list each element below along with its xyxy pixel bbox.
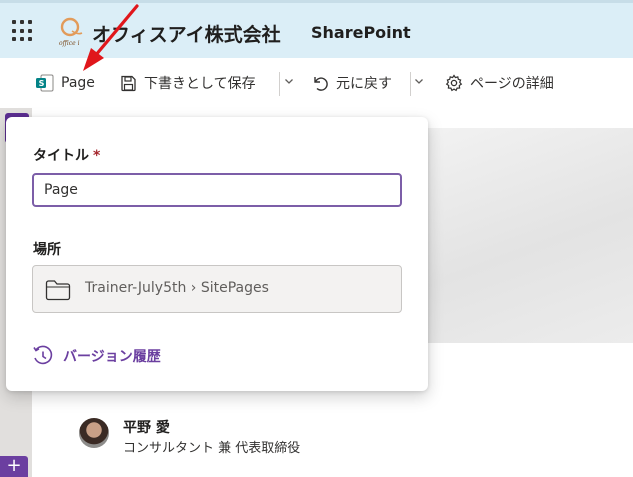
page-details-label: ページの詳細 — [470, 76, 554, 92]
location-field[interactable]: Trainer-July5th › SitePages — [32, 265, 402, 313]
divider — [410, 72, 411, 96]
history-icon — [33, 345, 53, 365]
chevron-down-icon[interactable] — [414, 76, 424, 86]
title-input[interactable] — [32, 173, 402, 207]
annotation-arrow — [83, 4, 139, 71]
version-history-link[interactable]: バージョン履歴 — [32, 345, 161, 367]
avatar — [79, 418, 109, 448]
location-label: 場所 — [33, 242, 61, 258]
author-role: コンサルタント 兼 代表取締役 — [123, 441, 301, 456]
divider — [279, 72, 280, 96]
required-marker: * — [93, 148, 101, 164]
hero-image-placeholder — [420, 128, 633, 343]
page-info-panel: タイトル* 場所 Trainer-July5th › SitePages バージ… — [6, 117, 428, 391]
version-history-label: バージョン履歴 — [63, 349, 161, 365]
title-field-label: タイトル * — [33, 145, 100, 165]
author-name[interactable]: 平野 愛 — [123, 417, 170, 437]
folder-icon — [45, 280, 71, 301]
sharepoint-page-icon: S — [36, 74, 54, 92]
app-launcher-icon[interactable] — [12, 20, 34, 42]
app-name[interactable]: SharePoint — [311, 23, 411, 42]
undo-label: 元に戻す — [336, 76, 392, 92]
undo-button[interactable]: 元に戻す — [311, 72, 392, 94]
page-details-button[interactable]: ページの詳細 — [445, 72, 554, 94]
gear-icon — [445, 74, 463, 92]
svg-text:S: S — [39, 79, 45, 88]
save-draft-label: 下書きとして保存 — [144, 76, 256, 92]
undo-icon — [314, 77, 328, 91]
add-section-button[interactable]: + — [0, 456, 28, 477]
chevron-down-icon[interactable] — [284, 76, 294, 86]
location-path: Trainer-July5th › SitePages — [85, 280, 269, 296]
title-label-text: タイトル — [33, 148, 89, 164]
